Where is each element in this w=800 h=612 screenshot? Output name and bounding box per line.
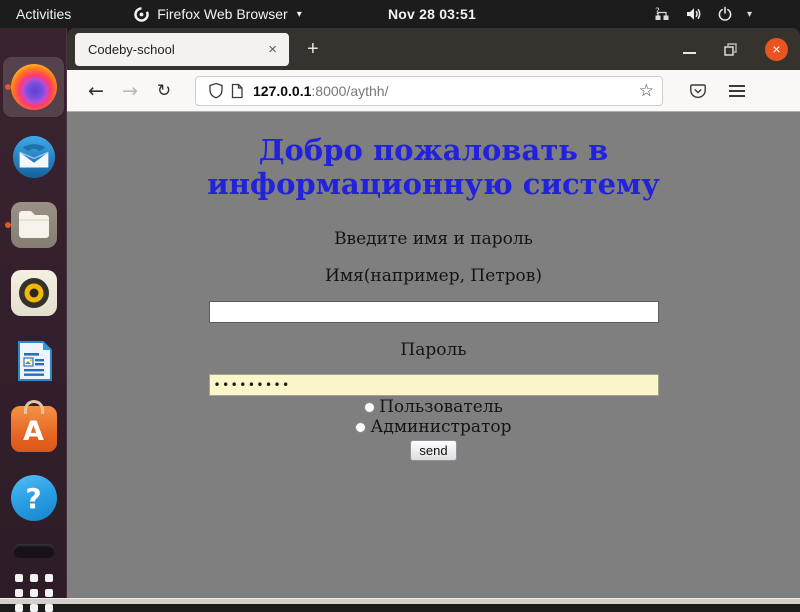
radio-user-label: Пользователь: [379, 399, 503, 416]
back-button[interactable]: ←: [79, 80, 113, 102]
close-tab-icon[interactable]: ×: [265, 41, 280, 58]
dock-item-ubuntu-software[interactable]: A: [0, 406, 67, 452]
pocket-icon[interactable]: [689, 82, 707, 100]
window-controls: ×: [683, 28, 788, 70]
window-bottom-edge: [0, 598, 800, 604]
dock-item-help[interactable]: ?: [0, 475, 67, 521]
send-button[interactable]: send: [410, 440, 456, 461]
volume-icon: [685, 6, 703, 22]
chevron-down-icon: ▾: [747, 9, 752, 20]
dock-separator-lens: [0, 544, 67, 558]
power-icon: [717, 6, 733, 22]
password-input[interactable]: [209, 374, 659, 396]
reload-button[interactable]: ↻: [147, 81, 181, 101]
chevron-down-icon: ▾: [297, 9, 302, 20]
app-menu-button[interactable]: Firefox Web Browser ▾: [133, 6, 301, 23]
help-icon: ?: [11, 475, 57, 521]
page-info-icon[interactable]: [230, 83, 244, 99]
gnome-top-bar: Activities Firefox Web Browser ▾ Nov 28 …: [0, 0, 800, 28]
files-icon: [11, 202, 57, 248]
role-option-user[interactable]: Пользователь: [364, 399, 503, 416]
url-path: :8000/aythh/: [311, 83, 388, 99]
page-title: Добро пожаловать в информационную систем…: [161, 133, 706, 201]
close-icon: ×: [772, 42, 780, 56]
ubuntu-dock: A ?: [0, 28, 67, 598]
minimize-button[interactable]: [683, 52, 696, 54]
new-tab-button[interactable]: +: [307, 38, 319, 61]
show-apps-icon: [15, 574, 53, 612]
instructions-text: Введите имя и пароль: [334, 229, 533, 249]
bookmark-star-icon[interactable]: ☆: [639, 81, 654, 101]
page-content: Добро пожаловать в информационную систем…: [67, 112, 800, 598]
dock-item-rhythmbox[interactable]: [0, 270, 67, 316]
name-input[interactable]: [209, 301, 659, 323]
shield-icon[interactable]: [208, 82, 224, 99]
url-bar[interactable]: 127.0.0.1:8000/aythh/ ☆: [195, 76, 663, 106]
close-window-button[interactable]: ×: [765, 38, 788, 61]
thunderbird-icon: [11, 134, 57, 180]
restore-button[interactable]: [723, 42, 738, 57]
forward-button[interactable]: →: [113, 80, 147, 102]
firefox-swirl-icon: [133, 6, 150, 23]
dock-item-firefox[interactable]: [0, 64, 67, 110]
dock-item-libreoffice-writer[interactable]: [0, 338, 67, 384]
radio-user[interactable]: [364, 402, 375, 413]
bag-handle: [24, 400, 44, 414]
firefox-window: Codeby-school × + × ← → ↻: [67, 28, 800, 598]
network-status-icon: ?: [653, 6, 671, 22]
dock-item-files[interactable]: [0, 202, 67, 248]
clock[interactable]: Nov 28 03:51: [388, 0, 476, 28]
activities-button[interactable]: Activities: [0, 0, 87, 28]
tab-bar: Codeby-school × + ×: [67, 28, 800, 70]
role-option-admin[interactable]: Администратор: [355, 419, 511, 436]
url-host: 127.0.0.1: [253, 83, 311, 99]
name-label: Имя(например, Петров): [325, 266, 542, 286]
password-label: Пароль: [400, 340, 466, 360]
firefox-icon: [11, 64, 57, 110]
libreoffice-writer-icon: [11, 338, 57, 384]
system-status-area[interactable]: ? ▾: [653, 0, 752, 28]
tab-title: Codeby-school: [88, 42, 265, 57]
rhythmbox-icon: [11, 270, 57, 316]
menu-hamburger-icon[interactable]: [729, 82, 745, 100]
navigation-toolbar: ← → ↻ 127.0.0.1:8000/aythh/ ☆: [67, 70, 800, 112]
url-text[interactable]: 127.0.0.1:8000/aythh/: [253, 83, 639, 99]
tab-codeby-school[interactable]: Codeby-school ×: [75, 33, 289, 66]
dock-item-thunderbird[interactable]: [0, 134, 67, 180]
radio-admin-label: Администратор: [370, 419, 511, 436]
radio-admin[interactable]: [355, 422, 366, 433]
ubuntu-software-icon: A: [11, 406, 57, 452]
app-menu-label: Firefox Web Browser: [157, 6, 287, 22]
show-applications-button[interactable]: [0, 574, 67, 612]
